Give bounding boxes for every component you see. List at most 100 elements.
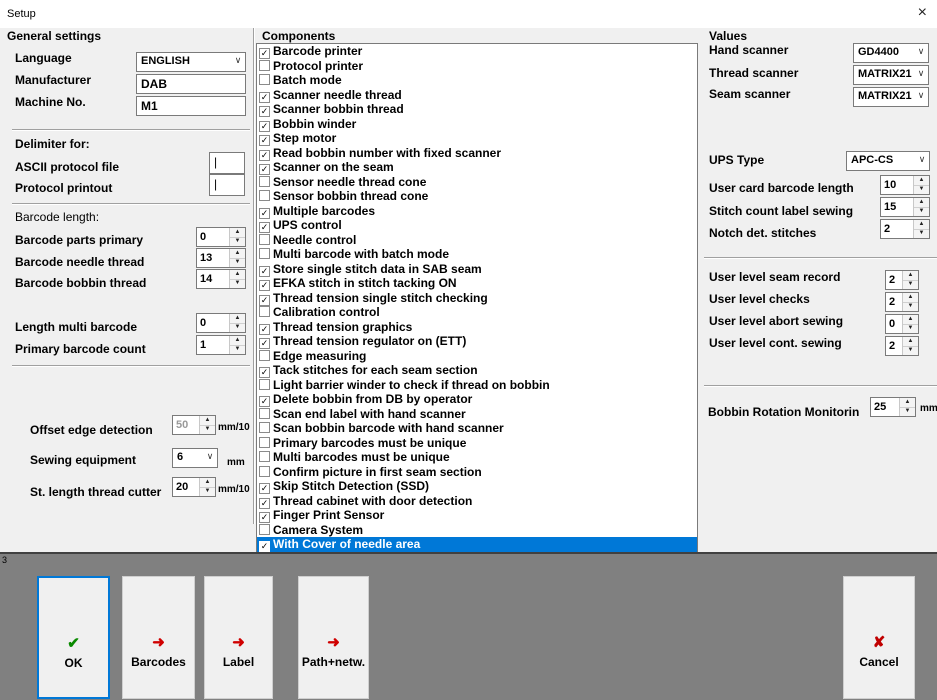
barcode-bobbin-thread-stepper[interactable]: 14 ▲ ▼ [196, 269, 246, 289]
component-checkbox-item[interactable]: ✓ Scanner on the seam [257, 160, 697, 175]
barcode-needle-thread-stepper[interactable]: 13 ▲ ▼ [196, 248, 246, 268]
language-select[interactable]: ENGLISH ∨ [136, 52, 246, 72]
checkbox-unchecked-icon[interactable] [259, 175, 270, 187]
checkbox-checked-icon[interactable]: ✓ [259, 135, 270, 146]
checkbox-checked-icon[interactable]: ✓ [259, 483, 270, 494]
ok-button[interactable]: ✔ OK [37, 576, 110, 699]
spin-down-icon[interactable]: ▼ [914, 185, 929, 194]
checkbox-checked-icon[interactable]: ✓ [259, 265, 270, 277]
user-level-cont-sewing-stepper[interactable]: 2 ▲ ▼ [885, 336, 919, 356]
spin-down-icon[interactable]: ▼ [230, 237, 245, 246]
spin-down-icon[interactable]: ▼ [230, 258, 245, 267]
component-checkbox-item[interactable]: Camera System [257, 523, 697, 538]
close-icon[interactable]: × [918, 5, 927, 21]
checkbox-checked-icon[interactable]: ✓ [259, 396, 270, 407]
spin-down-icon[interactable]: ▼ [903, 302, 918, 311]
component-checkbox-item[interactable]: ✓ Thread cabinet with door detection [257, 494, 697, 509]
component-checkbox-item[interactable]: ✓ Bobbin winder [257, 117, 697, 132]
barcode-parts-primary-stepper[interactable]: 0 ▲ ▼ [196, 227, 246, 247]
checkbox-checked-icon[interactable]: ✓ [259, 280, 270, 291]
spin-down-icon[interactable]: ▼ [914, 207, 929, 216]
checkbox-unchecked-icon[interactable] [259, 233, 270, 245]
checkbox-checked-icon[interactable]: ✓ [259, 512, 270, 523]
checkbox-checked-icon[interactable]: ✓ [259, 164, 270, 175]
checkbox-unchecked-icon[interactable] [259, 190, 270, 201]
checkbox-checked-icon[interactable]: ✓ [259, 207, 270, 219]
component-checkbox-item[interactable]: ✓ Read bobbin number with fixed scanner [257, 146, 697, 161]
component-checkbox-item[interactable]: Multi barcodes must be unique [257, 450, 697, 465]
user-level-checks-stepper[interactable]: 2 ▲ ▼ [885, 292, 919, 312]
checkbox-checked-icon[interactable]: ✓ [259, 294, 270, 306]
checkbox-unchecked-icon[interactable] [259, 523, 270, 535]
length-multi-barcode-stepper[interactable]: 0 ▲ ▼ [196, 313, 246, 333]
ups-type-select[interactable]: APC-CS ∨ [846, 151, 930, 171]
spin-down-icon[interactable]: ▼ [903, 280, 918, 289]
component-checkbox-item[interactable]: Multi barcode with batch mode [257, 247, 697, 262]
component-checkbox-item[interactable]: Confirm picture in first seam section [257, 465, 697, 480]
checkbox-unchecked-icon[interactable] [259, 378, 270, 390]
component-checkbox-item[interactable]: ✓ Multiple barcodes [257, 204, 697, 219]
primary-barcode-count-stepper[interactable]: 1 ▲ ▼ [196, 335, 246, 355]
cancel-button[interactable]: ✘ Cancel [843, 576, 915, 699]
component-checkbox-item[interactable]: ✓ Skip Stitch Detection (SSD) [257, 479, 697, 494]
checkbox-checked-icon[interactable]: ✓ [259, 541, 270, 552]
components-list[interactable]: ✓ Barcode printer Protocol printer Batch mo… [256, 43, 698, 557]
checkbox-unchecked-icon[interactable] [259, 248, 270, 259]
component-checkbox-item[interactable]: Light barrier winder to check if thread … [257, 378, 697, 393]
checkbox-checked-icon[interactable]: ✓ [259, 120, 270, 132]
seam-scanner-select[interactable]: MATRIX21 ∨ [853, 87, 929, 107]
spin-down-icon[interactable]: ▼ [200, 487, 215, 496]
checkbox-unchecked-icon[interactable] [259, 74, 270, 85]
spin-down-icon[interactable]: ▼ [914, 229, 929, 238]
manufacturer-field[interactable]: DAB [136, 74, 246, 94]
checkbox-checked-icon[interactable]: ✓ [259, 338, 270, 349]
spin-down-icon[interactable]: ▼ [230, 323, 245, 332]
component-checkbox-item[interactable]: ✓ Step motor [257, 131, 697, 146]
notch-det-stitches-stepper[interactable]: 2 ▲ ▼ [880, 219, 930, 239]
component-checkbox-item[interactable]: ✓ Finger Print Sensor [257, 508, 697, 523]
bobbin-rotation-monitoring-stepper[interactable]: 25 ▲ ▼ [870, 397, 916, 417]
checkbox-unchecked-icon[interactable] [259, 59, 270, 71]
checkbox-unchecked-icon[interactable] [259, 436, 270, 448]
checkbox-unchecked-icon[interactable] [259, 451, 270, 462]
component-checkbox-item[interactable]: Protocol printer [257, 59, 697, 74]
component-checkbox-item[interactable]: ✓ Scanner bobbin thread [257, 102, 697, 117]
component-checkbox-item[interactable]: ✓ Barcode printer [257, 44, 697, 59]
st-length-thread-cutter-stepper[interactable]: 20 ▲ ▼ [172, 477, 216, 497]
component-checkbox-item[interactable]: ✓ Delete bobbin from DB by operator [257, 392, 697, 407]
checkbox-unchecked-icon[interactable] [259, 349, 270, 361]
component-checkbox-item[interactable]: ✓ Scanner needle thread [257, 88, 697, 103]
checkbox-unchecked-icon[interactable] [259, 465, 270, 477]
spin-down-icon[interactable]: ▼ [230, 345, 245, 354]
stitch-count-label-sewing-stepper[interactable]: 15 ▲ ▼ [880, 197, 930, 217]
machine-no-field[interactable]: M1 [136, 96, 246, 116]
checkbox-unchecked-icon[interactable] [259, 407, 270, 419]
checkbox-unchecked-icon[interactable] [259, 422, 270, 433]
checkbox-checked-icon[interactable]: ✓ [259, 106, 270, 117]
checkbox-checked-icon[interactable]: ✓ [259, 323, 270, 335]
user-level-abort-sewing-stepper[interactable]: 0 ▲ ▼ [885, 314, 919, 334]
label-button[interactable]: ➜ Label [204, 576, 273, 699]
checkbox-checked-icon[interactable]: ✓ [259, 497, 270, 509]
spin-down-icon[interactable]: ▼ [900, 407, 915, 416]
barcodes-button[interactable]: ➜ Barcodes [122, 576, 195, 699]
component-checkbox-item[interactable]: ✓ Tack stitches for each seam section [257, 363, 697, 378]
checkbox-checked-icon[interactable]: ✓ [259, 91, 270, 103]
component-checkbox-item[interactable]: ✓ Thread tension graphics [257, 320, 697, 335]
component-checkbox-item[interactable]: Needle control [257, 233, 697, 248]
component-checkbox-item[interactable]: ✓ Thread tension single stitch checking [257, 291, 697, 306]
component-checkbox-item[interactable]: ✓ UPS control [257, 218, 697, 233]
user-level-seam-record-stepper[interactable]: 2 ▲ ▼ [885, 270, 919, 290]
user-card-barcode-length-stepper[interactable]: 10 ▲ ▼ [880, 175, 930, 195]
component-checkbox-item[interactable]: Sensor needle thread cone [257, 175, 697, 190]
spin-down-icon[interactable]: ▼ [903, 346, 918, 355]
component-checkbox-item[interactable]: ✓ Store single stitch data in SAB seam [257, 262, 697, 277]
component-checkbox-item[interactable]: Scan end label with hand scanner [257, 407, 697, 422]
ascii-protocol-field[interactable]: | [209, 152, 245, 174]
component-checkbox-item[interactable]: ✓ EFKA stitch in stitch tacking ON [257, 276, 697, 291]
sewing-equipment-select[interactable]: 6 ∨ [172, 448, 218, 468]
component-checkbox-item[interactable]: Edge measuring [257, 349, 697, 364]
component-checkbox-item[interactable]: Calibration control [257, 305, 697, 320]
hand-scanner-select[interactable]: GD4400 ∨ [853, 43, 929, 63]
component-checkbox-item[interactable]: ✓ With Cover of needle area [257, 537, 697, 552]
